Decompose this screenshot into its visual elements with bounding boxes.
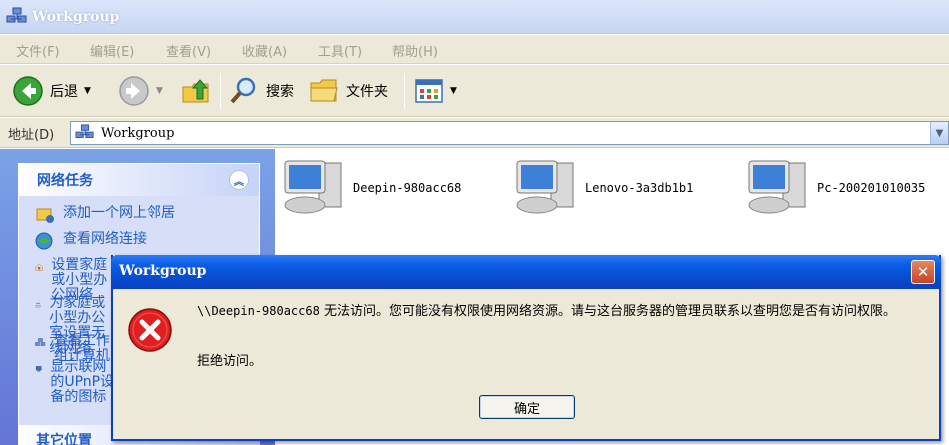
up-folder-icon — [182, 79, 209, 103]
computer-name: Deepin-980acc68 — [353, 181, 462, 195]
error-path: \\Deepin-980acc68 — [197, 304, 320, 318]
computer-name: Lenovo-3a3db1b1 — [585, 181, 694, 195]
computer-name: Pc-200201010035 — [817, 181, 926, 195]
dialog-titlebar[interactable]: Workgroup ✕ — [111, 255, 941, 289]
network-connections-icon — [35, 232, 53, 250]
menu-bar: 文件(F) 编辑(E) 查看(V) 收藏(A) 工具(T) 帮助(H) — [0, 35, 949, 64]
menu-edit[interactable]: 编辑(E) — [90, 41, 134, 60]
address-bar: 地址(D) Workgroup ▼ — [0, 118, 949, 148]
computer-item[interactable]: Deepin-980acc68 — [281, 157, 461, 219]
computer-item[interactable]: Lenovo-3a3db1b1 — [513, 157, 693, 219]
other-places-title: 其它位置 — [36, 433, 92, 445]
window-titlebar: Workgroup — [0, 0, 949, 34]
dialog-title: Workgroup — [119, 263, 207, 279]
menu-help[interactable]: 帮助(H) — [392, 41, 438, 60]
wireless-network-icon — [35, 302, 41, 308]
task-label: 显示联网的UPnP设备的图标 — [50, 359, 115, 405]
task-label: 查看网络连接 — [63, 231, 147, 247]
forward-arrow-icon — [119, 76, 149, 106]
back-dropdown-icon[interactable]: ▼ — [84, 86, 91, 96]
menu-file[interactable]: 文件(F) — [16, 41, 60, 60]
menu-view[interactable]: 查看(V) — [166, 41, 211, 60]
error-dialog: Workgroup ✕ \\Deepin-980acc68 无法访问。您可能没有… — [111, 255, 941, 441]
folder-icon — [310, 79, 338, 102]
toolbar: 后退 ▼ ▼ 搜索 文件夹 ▼ — [0, 65, 949, 117]
views-button[interactable]: ▼ — [414, 73, 457, 109]
task-view-connections[interactable]: 查看网络连接 — [35, 232, 147, 250]
computer-item[interactable]: Pc-200201010035 — [745, 157, 925, 219]
network-icon — [75, 124, 94, 138]
computer-icon — [284, 160, 342, 214]
collapse-chevron-icon[interactable]: ︽ — [229, 170, 249, 190]
menu-favorites[interactable]: 收藏(A) — [242, 41, 287, 60]
upnp-device-icon — [35, 366, 42, 372]
computer-icon — [748, 160, 806, 214]
workgroup-icon — [35, 338, 46, 346]
menu-tools[interactable]: 工具(T) — [318, 41, 362, 60]
back-arrow-icon — [13, 76, 43, 106]
network-tasks-header[interactable]: 网络任务 ︽ — [19, 164, 259, 196]
task-show-upnp[interactable]: 显示联网的UPnP设备的图标 — [35, 360, 115, 405]
task-label: 添加一个网上邻居 — [63, 205, 175, 221]
error-text: 无法访问。您可能没有权限使用网络资源。请与这台服务器的管理员联系以查明您是否有访… — [319, 304, 896, 319]
search-button[interactable]: 搜索 — [228, 73, 294, 109]
toolbar-separator — [220, 73, 221, 109]
address-label: 地址(D) — [8, 128, 55, 143]
computer-icon — [516, 160, 574, 214]
network-icon — [6, 7, 27, 23]
folders-label: 文件夹 — [346, 84, 388, 100]
home-network-icon — [35, 263, 43, 271]
toolbar-separator — [404, 73, 405, 109]
folders-button[interactable]: 文件夹 — [308, 73, 388, 109]
ok-button[interactable]: 确定 — [479, 395, 575, 419]
back-label: 后退 — [50, 84, 78, 100]
add-network-place-icon — [36, 208, 54, 223]
address-input[interactable]: Workgroup ▼ — [70, 121, 949, 145]
window-title: Workgroup — [32, 9, 120, 25]
views-icon — [415, 79, 443, 103]
back-button[interactable]: 后退 ▼ — [12, 73, 91, 109]
error-message: \\Deepin-980acc68 无法访问。您可能没有权限使用网络资源。请与这… — [197, 303, 927, 320]
address-dropdown-icon[interactable]: ▼ — [930, 122, 948, 144]
close-icon: ✕ — [916, 263, 930, 281]
address-value: Workgroup — [101, 125, 175, 141]
search-icon — [230, 77, 256, 104]
forward-dropdown-icon[interactable]: ▼ — [156, 86, 163, 96]
task-add-network-place[interactable]: 添加一个网上邻居 — [35, 206, 175, 224]
forward-button[interactable]: ▼ — [118, 73, 163, 109]
up-folder-button[interactable] — [180, 73, 212, 109]
error-icon — [128, 308, 172, 352]
views-dropdown-icon[interactable]: ▼ — [450, 86, 457, 96]
error-detail: 拒绝访问。 — [197, 354, 263, 369]
close-button[interactable]: ✕ — [911, 260, 935, 284]
search-label: 搜索 — [266, 84, 294, 100]
network-tasks-title: 网络任务 — [37, 173, 93, 189]
